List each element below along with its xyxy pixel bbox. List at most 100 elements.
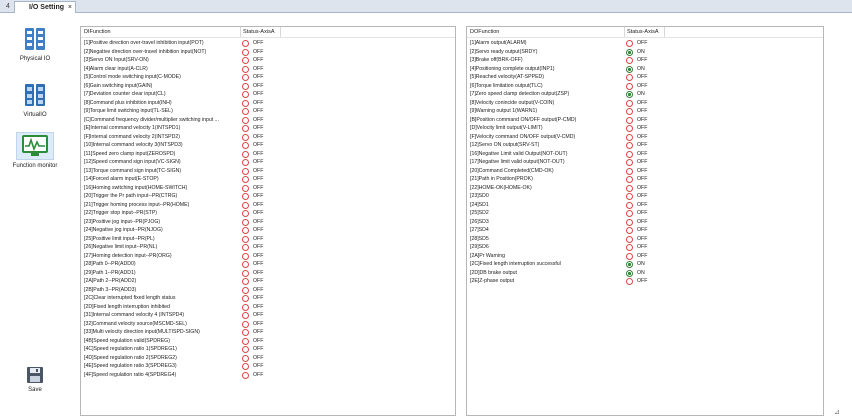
di-function-name: [C]Command frequency divider/multiplier … — [84, 116, 219, 123]
di-row[interactable]: [33]Multi velocity direction input(MULTI… — [81, 328, 455, 337]
do-row[interactable]: [26]SD3 OFF — [467, 218, 823, 227]
di-row[interactable]: [2B]Path 3--PR(ADD3) OFF — [81, 286, 455, 295]
do-row[interactable]: [16]Negative Limit valid Output(NOT-OUT)… — [467, 150, 823, 159]
di-row[interactable]: [26]Negative limit input--PR(NL) OFF — [81, 243, 455, 252]
do-row[interactable]: [2E]Z-phase output OFF — [467, 277, 823, 286]
column-divider[interactable] — [624, 27, 625, 37]
di-row[interactable]: [6]Gain switching input(GAIN) OFF — [81, 82, 455, 91]
do-row[interactable]: [1]Alarm output(ALARM) OFF — [467, 39, 823, 48]
column-divider[interactable] — [240, 27, 241, 37]
tab-scroll-left-button[interactable]: 4 — [3, 1, 13, 12]
di-row[interactable]: [11]Speed zero clamp input(ZEROSPD) OFF — [81, 150, 455, 159]
save-button[interactable]: Save — [0, 366, 70, 393]
do-row[interactable]: [22]HOME-OK(HOME-OK) OFF — [467, 184, 823, 193]
di-row[interactable]: [23]Positive jog input--PR(PJOG) OFF — [81, 218, 455, 227]
do-row[interactable]: [24]SD1 OFF — [467, 201, 823, 210]
nav-item-virtual-io[interactable]: VirtualIO — [0, 81, 70, 118]
status-off-indicator-icon — [242, 227, 249, 234]
di-row[interactable]: [31]Internal command velocity 4 (INTSPD4… — [81, 311, 455, 320]
di-row[interactable]: [14]Forced alarm input(E-STOP) OFF — [81, 175, 455, 184]
do-row[interactable]: [17]Negative limit valid output(NOT-OUT)… — [467, 158, 823, 167]
di-row[interactable]: [F]Internal command velocity 2(INTSPD2) O… — [81, 133, 455, 142]
di-column-header-status[interactable]: Status-AxisA — [243, 28, 274, 37]
di-row[interactable]: [4B]Speed regulation valid(SPDREG) OFF — [81, 337, 455, 346]
do-row[interactable]: [B]Position command ON/OFF output(P-CMD)… — [467, 116, 823, 125]
column-divider[interactable] — [664, 27, 665, 37]
column-divider[interactable] — [280, 27, 281, 37]
di-row[interactable]: [5]Control mode switching input(C-MODE) O… — [81, 73, 455, 82]
di-row[interactable]: [4D]Speed regulation ratio 2(SPDREG2) OFF — [81, 354, 455, 363]
di-row[interactable]: [10]Internal command velocity 3(INTSPD3)… — [81, 141, 455, 150]
do-row[interactable]: [29]SD6 OFF — [467, 243, 823, 252]
di-row[interactable]: [2D]Fixed length interruption inhibited O… — [81, 303, 455, 312]
do-row[interactable]: [5]Reached velocity(AT-SPPED) OFF — [467, 73, 823, 82]
tab-close-icon[interactable]: × — [68, 2, 72, 13]
di-row[interactable]: [32]Command velocity source(MSCMD-SEL) OF… — [81, 320, 455, 329]
status-off-indicator-icon — [626, 244, 633, 251]
do-row[interactable]: [2A]Pr Warning OFF — [467, 252, 823, 261]
do-function-name: [F]Velocity command ON/OFF output(V-CMD) — [470, 133, 576, 140]
di-status-text: OFF — [253, 133, 264, 140]
do-row[interactable]: [9]Warning output 1(WARN1) OFF — [467, 107, 823, 116]
di-row[interactable]: [4E]Speed regulation ratio 3(SPDREG3) OFF — [81, 362, 455, 371]
di-row[interactable]: [2A]Path 2--PR(ADD2) OFF — [81, 277, 455, 286]
do-function-name: [21]Path in Position(PROK) — [470, 176, 533, 182]
do-row[interactable]: [27]SD4 OFF — [467, 226, 823, 235]
do-row[interactable]: [21]Path in Position(PROK) OFF — [467, 175, 823, 184]
do-row[interactable]: [D]Velocity limit output(V-LIMIT) OFF — [467, 124, 823, 133]
do-row[interactable]: [2C]Fixed length interruption successful… — [467, 260, 823, 269]
do-row[interactable]: [2D]DB brake output ON — [467, 269, 823, 278]
di-row[interactable]: [24]Negative jog input--PR(NJOG) OFF — [81, 226, 455, 235]
di-row[interactable]: [E]Internal command velocity 1(INTSPD1) O… — [81, 124, 455, 133]
do-row[interactable]: [7]Zero speed clamp detection output(ZSP… — [467, 90, 823, 99]
di-row[interactable]: [2C]Clear interrupted fixed length statu… — [81, 294, 455, 303]
do-row[interactable]: [28]SD5 OFF — [467, 235, 823, 244]
do-row[interactable]: [3]Brake off(BRK-OFF) OFF — [467, 56, 823, 65]
do-row[interactable]: [23]SD0 OFF — [467, 192, 823, 201]
do-column-header-function[interactable]: DOFunction — [470, 28, 499, 37]
do-column-header-status[interactable]: Status-AxisA — [627, 28, 658, 37]
di-row[interactable]: [9]Torque limit switching input(TL-SEL) O… — [81, 107, 455, 116]
di-row[interactable]: [27]Homing detection input--PR(ORG) OFF — [81, 252, 455, 261]
di-row[interactable]: [7]Deviation counter clear input(CL) OFF — [81, 90, 455, 99]
di-row[interactable]: [22]Trigger stop input--PR(STP) OFF — [81, 209, 455, 218]
do-row[interactable]: [8]Velocity conincide output(V-COIN) OFF — [467, 99, 823, 108]
di-row[interactable]: [12]Speed command sign input(VC-SIGN) OFF — [81, 158, 455, 167]
do-row[interactable]: [F]Velocity command ON/OFF output(V-CMD)… — [467, 133, 823, 142]
tab-io-setting[interactable]: I/O Setting × — [14, 1, 76, 13]
do-row[interactable]: [2]Servo ready output(SRDY) ON — [467, 48, 823, 57]
resize-grip-icon[interactable]: ⊿ — [834, 408, 848, 416]
di-row[interactable]: [3]Servo ON Input(SRV-ON) OFF — [81, 56, 455, 65]
di-row[interactable]: [20]Trigger the Pr path input--PR(CTRG) O… — [81, 192, 455, 201]
do-status-text: OFF — [637, 40, 648, 46]
di-row[interactable]: [16]Homing switching input(HOME-SWITCH) O… — [81, 184, 455, 193]
di-row[interactable]: [25]Positive limit input--PR(PL) OFF — [81, 235, 455, 244]
do-row[interactable]: [4]Positioning complete output(INP1) ON — [467, 65, 823, 74]
di-row[interactable]: [29]Path 1--PR(ADD1) OFF — [81, 269, 455, 278]
di-row[interactable]: [21]Trigger homing process input--PR(HOM… — [81, 201, 455, 210]
di-row[interactable]: [13]Torque command sign input(TC-SIGN) OF… — [81, 167, 455, 176]
di-row[interactable]: [4C]Speed regulation ratio 1(SPDREG1) OFF — [81, 345, 455, 354]
di-row[interactable]: [2]Negative direction over-travel inhibi… — [81, 48, 455, 57]
do-row[interactable]: [12]Servo ON output(SRV-ST) OFF — [467, 141, 823, 150]
status-off-indicator-icon — [626, 40, 633, 47]
di-row[interactable]: [C]Command frequency divider/multiplier … — [81, 116, 455, 125]
do-row[interactable]: [25]SD2 OFF — [467, 209, 823, 218]
di-column-header-function[interactable]: DIFunction — [84, 28, 111, 37]
do-row[interactable]: [20]Command Completed(CMD-OK) OFF — [467, 167, 823, 176]
do-status-text: ON — [637, 65, 645, 72]
status-off-indicator-icon — [242, 295, 249, 302]
di-status-text: OFF — [253, 48, 264, 55]
di-row[interactable]: [4]Alarm clear input(A-CLR) OFF — [81, 65, 455, 74]
do-row[interactable]: [6]Torque limitation output(TLC) OFF — [467, 82, 823, 91]
status-off-indicator-icon — [242, 235, 249, 243]
status-on-indicator-icon — [626, 91, 633, 98]
di-row[interactable]: [4F]Speed regulation ratio 4(SPDREG4) OFF — [81, 371, 455, 380]
di-row[interactable]: [28]Path 0--PR(ADD0) OFF — [81, 260, 455, 269]
nav-item-function-monitor[interactable]: Function monitor — [0, 132, 70, 169]
di-row[interactable]: [1]Positive direction over-travel inhibi… — [81, 39, 455, 48]
nav-item-physical-io[interactable]: Physical IO — [0, 25, 70, 62]
status-off-indicator-icon — [242, 346, 249, 353]
di-row[interactable]: [8]Command plus inhibition input(INH) OFF — [81, 99, 455, 108]
di-function-name: [4]Alarm clear input(A-CLR) — [84, 65, 148, 72]
